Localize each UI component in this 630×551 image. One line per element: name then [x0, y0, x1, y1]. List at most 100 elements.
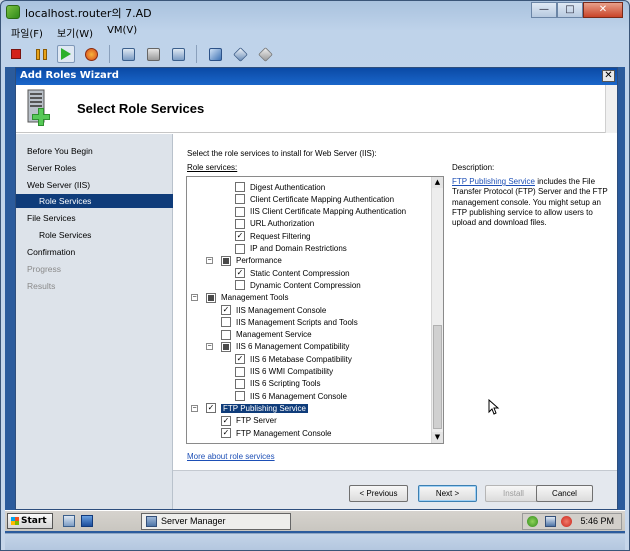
- checkbox[interactable]: [235, 194, 245, 205]
- tree-item[interactable]: − IIS 6 Management Compatibility: [206, 341, 349, 353]
- tree-item[interactable]: − Management Tools: [191, 292, 288, 304]
- nav-file-role-services[interactable]: Role Services: [39, 230, 91, 240]
- checkbox[interactable]: [235, 391, 245, 402]
- checkbox[interactable]: [221, 317, 231, 328]
- tree-item[interactable]: ✓ FTP Server: [221, 415, 277, 427]
- menu-view[interactable]: 보기(W): [57, 25, 93, 41]
- scroll-down-icon[interactable]: ▼: [432, 432, 443, 443]
- checkbox[interactable]: [235, 280, 245, 291]
- tree-item[interactable]: IIS Management Scripts and Tools: [221, 316, 358, 328]
- collapse-icon[interactable]: −: [191, 294, 198, 302]
- nav-web-role-services[interactable]: Role Services: [16, 194, 173, 208]
- windows-flag-icon: [11, 517, 19, 525]
- tree-item[interactable]: URL Authorization: [235, 218, 314, 230]
- wizard-title-bar[interactable]: Add Roles Wizard ✕: [16, 68, 617, 85]
- maximize-button[interactable]: □: [557, 2, 583, 18]
- collapse-icon[interactable]: −: [206, 257, 213, 265]
- wizard-nav: Before You Begin Server Roles Web Server…: [16, 134, 173, 509]
- tree-item-label: URL Authorization: [250, 219, 315, 229]
- checkbox[interactable]: ✓: [235, 354, 245, 365]
- checkbox[interactable]: ✓: [221, 305, 231, 315]
- checkbox[interactable]: [221, 329, 231, 340]
- snapshot-icon[interactable]: [119, 45, 137, 63]
- checkbox[interactable]: [206, 292, 216, 303]
- snapshot-manager-icon[interactable]: [169, 45, 187, 63]
- play-icon[interactable]: [57, 45, 75, 63]
- checkbox[interactable]: ✓: [206, 403, 216, 414]
- show-desktop-icon[interactable]: [81, 515, 93, 527]
- description-title: Description:: [452, 163, 495, 172]
- tree-item[interactable]: ✓ Static Content Compression: [235, 267, 350, 279]
- tree-item-label: Management Tools: [221, 293, 289, 303]
- tree-item[interactable]: IIS 6 WMI Compatibility: [235, 366, 333, 378]
- network-status-icon[interactable]: [527, 516, 538, 527]
- tree-item[interactable]: ✓ IIS 6 Metabase Compatibility: [235, 353, 352, 365]
- nav-before-you-begin[interactable]: Before You Begin: [27, 146, 93, 156]
- tree-item[interactable]: ✓ FTP Management Console: [221, 427, 331, 439]
- tree-item[interactable]: IP and Domain Restrictions: [235, 243, 347, 255]
- menu-vm[interactable]: VM(V): [107, 25, 137, 41]
- ftp-publishing-service-link[interactable]: FTP Publishing Service: [452, 177, 535, 186]
- start-label: Start: [21, 516, 47, 526]
- tree-item[interactable]: − Performance: [206, 255, 282, 267]
- settings-icon[interactable]: [231, 45, 249, 63]
- checkbox[interactable]: ✓: [235, 231, 245, 242]
- tree-item[interactable]: Management Service: [221, 329, 312, 341]
- minimize-button[interactable]: —: [531, 2, 557, 18]
- cancel-button[interactable]: Cancel: [536, 485, 593, 502]
- pause-icon[interactable]: [32, 45, 50, 63]
- nav-server-roles[interactable]: Server Roles: [27, 163, 76, 173]
- nav-file-services[interactable]: File Services: [27, 213, 76, 223]
- tree-item-label: IIS Client Certificate Mapping Authentic…: [250, 207, 407, 217]
- server-manager-quicklaunch-icon[interactable]: [63, 515, 75, 527]
- collapse-icon[interactable]: −: [206, 343, 213, 351]
- tree-item[interactable]: ✓ Request Filtering: [235, 230, 310, 242]
- checkbox[interactable]: ✓: [235, 268, 245, 279]
- taskbar-server-manager[interactable]: Server Manager: [141, 513, 291, 530]
- tools-icon[interactable]: [256, 45, 274, 63]
- checkbox[interactable]: [221, 341, 231, 352]
- tree-item[interactable]: IIS 6 Management Console: [235, 390, 347, 402]
- next-button[interactable]: Next >: [418, 485, 477, 502]
- stop-icon[interactable]: [7, 45, 25, 63]
- checkbox[interactable]: [235, 182, 245, 192]
- monitor-icon[interactable]: [545, 516, 556, 527]
- tree-item[interactable]: Digest Authentication: [235, 181, 325, 193]
- more-about-role-services-link[interactable]: More about role services: [187, 452, 275, 461]
- revert-snapshot-icon[interactable]: [144, 45, 162, 63]
- close-button[interactable]: ✕: [583, 2, 623, 18]
- reset-icon[interactable]: [82, 45, 100, 63]
- taskbar-task-label: Server Manager: [161, 516, 226, 526]
- checkbox[interactable]: ✓: [221, 428, 231, 438]
- checkbox[interactable]: [221, 255, 231, 266]
- host-title-bar[interactable]: localhost.router의 7.AD — □ ✕: [1, 1, 629, 23]
- wizard-close-button[interactable]: ✕: [602, 70, 615, 82]
- tree-item[interactable]: ✓ IIS Management Console: [221, 304, 326, 316]
- checkbox[interactable]: [235, 218, 245, 229]
- previous-button[interactable]: < Previous: [349, 485, 408, 502]
- tree-item[interactable]: Client Certificate Mapping Authenticatio…: [235, 193, 394, 205]
- collapse-icon[interactable]: −: [191, 404, 198, 412]
- checkbox[interactable]: [235, 378, 245, 389]
- checkbox[interactable]: ✓: [221, 415, 231, 426]
- nav-web-server-iis[interactable]: Web Server (IIS): [27, 180, 90, 190]
- wizard-title: Add Roles Wizard: [20, 70, 119, 81]
- tree-item[interactable]: Dynamic Content Compression: [235, 279, 361, 291]
- warning-icon[interactable]: [561, 516, 572, 527]
- tree-item[interactable]: − ✓ FTP Publishing Service: [191, 402, 308, 414]
- tree-item-label: IIS 6 Scripting Tools: [250, 379, 321, 389]
- header-scrollbar[interactable]: [605, 85, 617, 133]
- checkbox[interactable]: [235, 243, 245, 254]
- start-button[interactable]: Start: [7, 513, 53, 529]
- checkbox[interactable]: [235, 366, 245, 377]
- tree-item[interactable]: IIS Client Certificate Mapping Authentic…: [235, 206, 406, 218]
- tree-item[interactable]: IIS 6 Scripting Tools: [235, 378, 321, 390]
- scroll-thumb[interactable]: [433, 325, 442, 429]
- menu-file[interactable]: 파일(F): [11, 25, 43, 41]
- scroll-up-icon[interactable]: ▲: [432, 177, 443, 188]
- checkbox[interactable]: [235, 206, 245, 217]
- host-status-bar: [5, 533, 625, 550]
- tree-scrollbar[interactable]: ▲ ▼: [431, 177, 443, 443]
- send-keys-icon[interactable]: [206, 45, 224, 63]
- nav-confirmation[interactable]: Confirmation: [27, 247, 75, 257]
